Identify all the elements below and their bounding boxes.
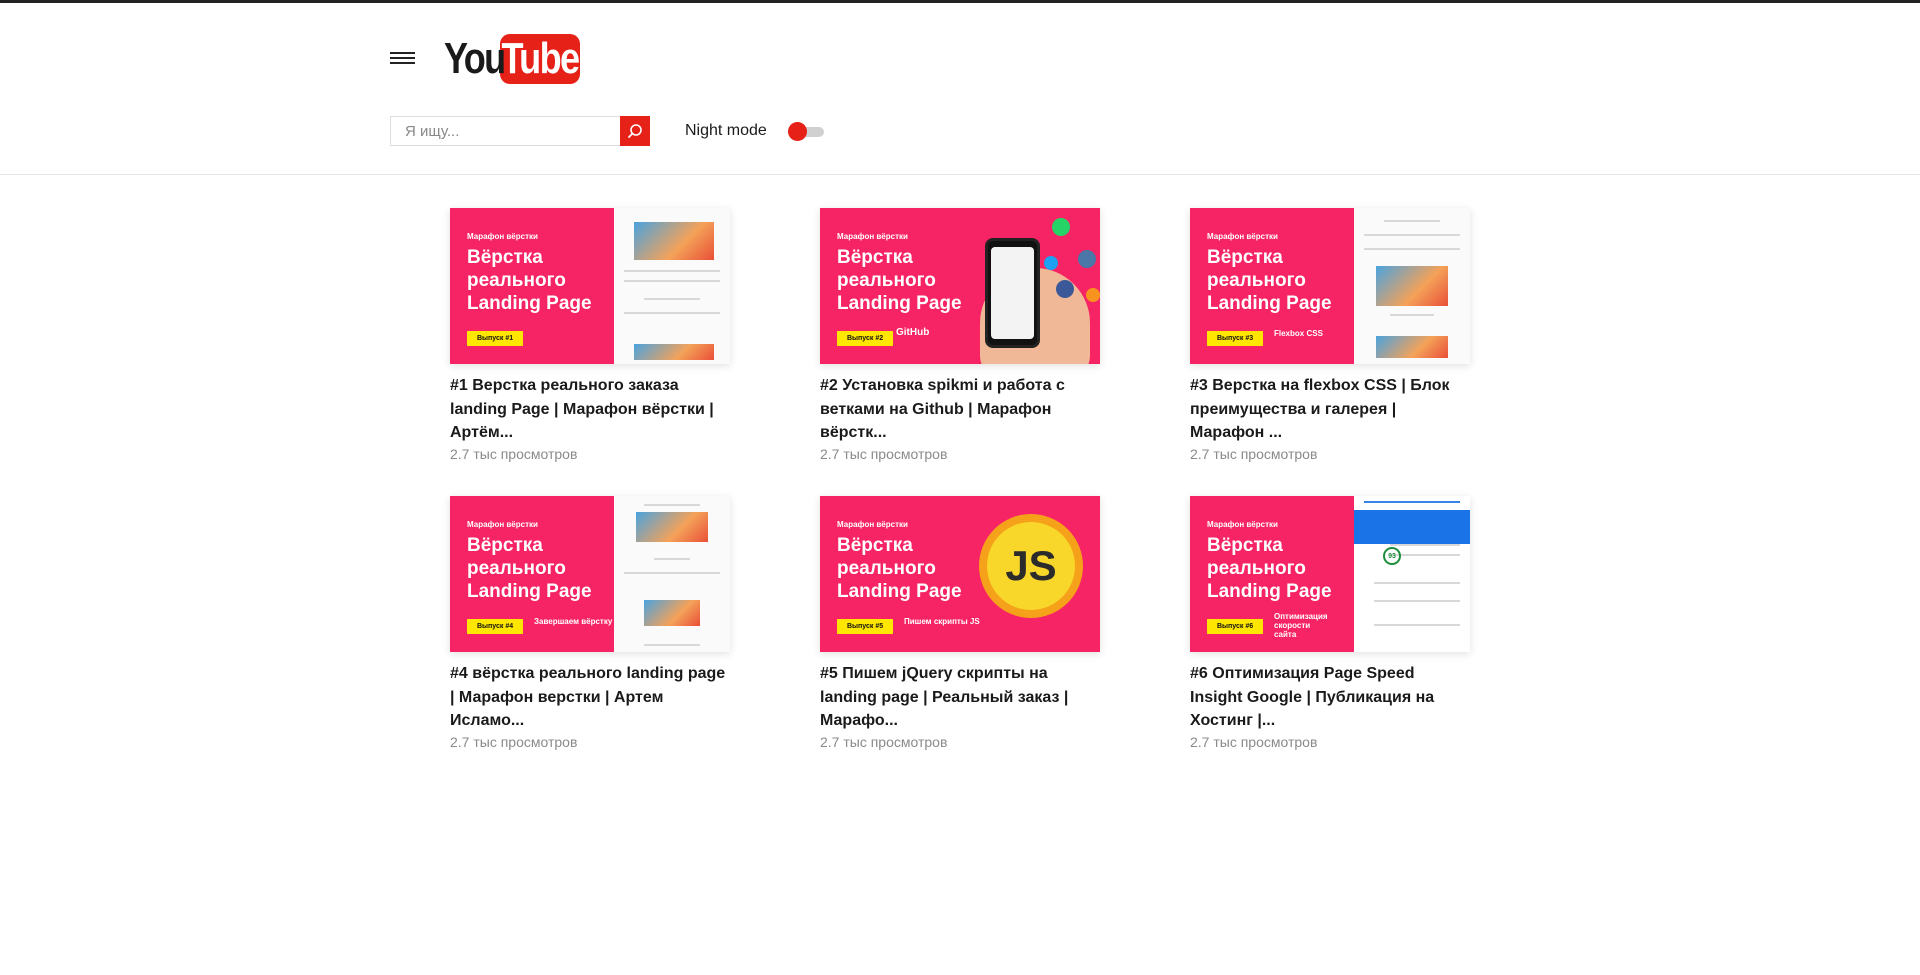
thumb-subtitle: GitHub <box>896 327 930 338</box>
video-thumbnail[interactable]: Марафон вёрстки Вёрстка реального Landin… <box>1190 208 1470 364</box>
thumb-subtitle: Оптимизация скорости сайта <box>1274 612 1328 639</box>
logo-you-text: You <box>444 34 506 83</box>
video-thumbnail[interactable]: Марафон вёрстки Вёрстка реального Landin… <box>820 496 1100 652</box>
video-thumbnail[interactable]: Марафон вёрстки Вёрстка реального Landin… <box>450 208 730 364</box>
thumb-headline: Вёрстка реального Landing Page <box>467 535 592 602</box>
facebook-icon <box>1056 280 1074 298</box>
whatsapp-icon <box>1052 218 1070 236</box>
episode-badge: Выпуск #1 <box>467 331 524 346</box>
logo-tube-box: Tube <box>500 34 580 84</box>
video-views: 2.7 тыс просмотров <box>820 445 948 462</box>
thumb-headline: Вёрстка реального Landing Page <box>1207 247 1332 314</box>
night-mode-toggle[interactable] <box>788 122 825 141</box>
thumb-subtitle: Завершаем вёрстку <box>534 617 613 626</box>
episode-badge: Выпуск #5 <box>837 619 894 634</box>
vk-icon <box>1078 250 1096 268</box>
video-card[interactable]: Марафон вёрстки Вёрстка реального Landin… <box>820 208 1100 496</box>
video-card[interactable]: Марафон вёрстки Вёрстка реального Landin… <box>450 496 730 784</box>
thumb-headline: Вёрстка реального Landing Page <box>1207 535 1332 602</box>
pagespeed-header <box>1354 510 1470 544</box>
toggle-knob <box>788 122 807 141</box>
thumb-kicker: Марафон вёрстки <box>837 232 908 241</box>
video-title[interactable]: #6 Оптимизация Page Speed Insight Google… <box>1190 662 1470 733</box>
ok-icon <box>1086 288 1100 302</box>
video-thumbnail[interactable]: Марафон вёрстки Вёрстка реального Landin… <box>450 496 730 652</box>
thumb-website-preview <box>614 208 730 364</box>
video-card[interactable]: Марафон вёрстки Вёрстка реального Landin… <box>1190 208 1470 496</box>
video-title[interactable]: #5 Пишем jQuery скрипты на landing page … <box>820 662 1100 733</box>
thumb-kicker: Марафон вёрстки <box>467 520 538 529</box>
thumb-headline: Вёрстка реального Landing Page <box>467 247 592 314</box>
thumb-headline: Вёрстка реального Landing Page <box>837 535 962 602</box>
video-thumbnail[interactable]: Марафон вёрстки Вёрстка реального Landin… <box>1190 496 1470 652</box>
thumb-website-preview <box>1354 208 1470 364</box>
night-mode-label: Night mode <box>685 122 767 139</box>
video-thumbnail[interactable]: Марафон вёрстки Вёрстка реального Landin… <box>820 208 1100 364</box>
twitter-icon <box>1044 256 1058 270</box>
search-bar <box>390 116 650 146</box>
thumb-kicker: Марафон вёрстки <box>467 232 538 241</box>
search-input[interactable] <box>390 116 620 146</box>
youtube-logo[interactable]: You Tube <box>444 33 580 85</box>
logo-tube-text: Tube <box>501 34 581 83</box>
video-views: 2.7 тыс просмотров <box>450 733 578 750</box>
phone-illustration <box>985 238 1040 348</box>
pagespeed-score: 93 <box>1383 547 1401 565</box>
thumb-kicker: Марафон вёрстки <box>837 520 908 529</box>
js-logo-icon: JS <box>979 514 1083 618</box>
hamburger-menu-icon[interactable] <box>390 52 415 65</box>
video-card[interactable]: Марафон вёрстки Вёрстка реального Landin… <box>450 208 730 496</box>
video-title[interactable]: #4 вёрстка реального landing page | Мара… <box>450 662 730 733</box>
thumb-headline: Вёрстка реального Landing Page <box>837 247 962 314</box>
video-grid: Марафон вёрстки Вёрстка реального Landin… <box>450 208 1470 784</box>
thumb-kicker: Марафон вёрстки <box>1207 520 1278 529</box>
search-button[interactable] <box>620 116 650 146</box>
video-views: 2.7 тыс просмотров <box>1190 445 1318 462</box>
thumb-subtitle: Пишем скрипты JS <box>904 617 980 626</box>
video-title[interactable]: #2 Установка spikmi и работа с ветками н… <box>820 374 1100 445</box>
video-card[interactable]: Марафон вёрстки Вёрстка реального Landin… <box>1190 496 1470 784</box>
search-icon <box>628 124 642 138</box>
video-title[interactable]: #3 Верстка на flexbox CSS | Блок преимущ… <box>1190 374 1470 445</box>
thumb-website-preview <box>614 496 730 652</box>
thumb-kicker: Марафон вёрстки <box>1207 232 1278 241</box>
video-views: 2.7 тыс просмотров <box>1190 733 1318 750</box>
video-card[interactable]: Марафон вёрстки Вёрстка реального Landin… <box>820 496 1100 784</box>
episode-badge: Выпуск #2 <box>837 331 894 346</box>
video-views: 2.7 тыс просмотров <box>450 445 578 462</box>
video-title[interactable]: #1 Верстка реального заказа landing Page… <box>450 374 730 445</box>
episode-badge: Выпуск #3 <box>1207 331 1264 346</box>
episode-badge: Выпуск #4 <box>467 619 524 634</box>
thumb-subtitle: Flexbox CSS <box>1274 329 1323 338</box>
site-header: You Tube Night mode <box>0 3 1920 175</box>
video-views: 2.7 тыс просмотров <box>820 733 948 750</box>
episode-badge: Выпуск #6 <box>1207 619 1264 634</box>
